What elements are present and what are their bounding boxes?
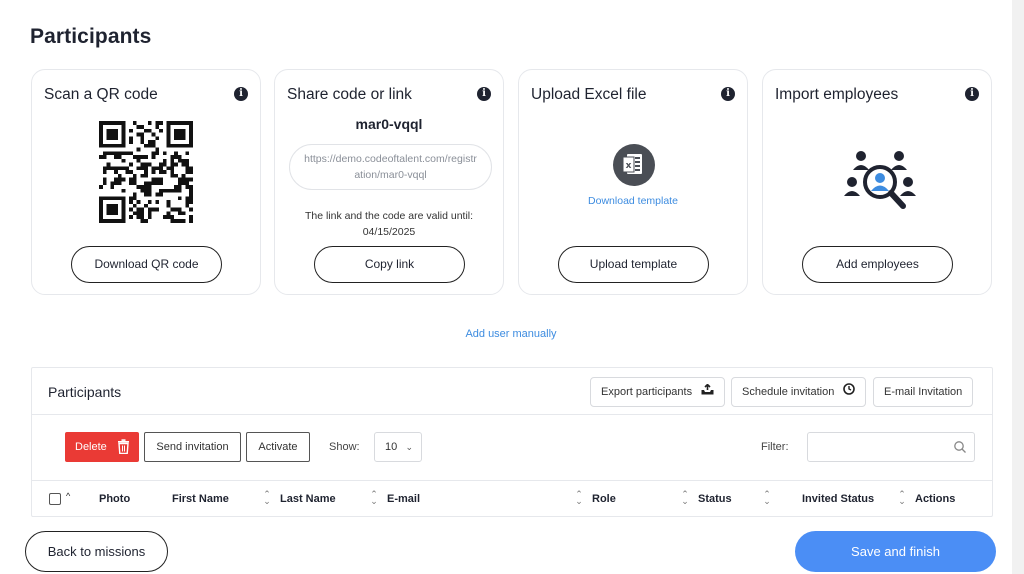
sort-icon[interactable]: ⌃ ⌄	[575, 490, 583, 506]
sort-icon[interactable]: ⌃ ⌄	[681, 490, 689, 506]
excel-file-icon: x	[613, 144, 655, 186]
validity-note: The link and the code are valid until: 0…	[275, 208, 503, 240]
trash-icon	[118, 439, 129, 454]
send-invitation-button[interactable]: Send invitation	[144, 432, 241, 462]
page-size-value: 10	[385, 441, 398, 453]
download-template-link[interactable]: Download template	[519, 195, 747, 207]
column-photo: Photo	[99, 493, 131, 505]
chevron-down-icon: ⌄	[405, 442, 413, 452]
column-status[interactable]: Status	[698, 493, 732, 505]
sort-icon[interactable]: ⌃ ⌄	[898, 490, 906, 506]
download-qr-code-button[interactable]: Download QR code	[71, 246, 222, 283]
validity-text: The link and the code are valid until:	[304, 210, 474, 222]
page-scrollbar[interactable]	[1012, 0, 1024, 574]
info-icon[interactable]: i	[234, 87, 248, 101]
add-user-manually-link[interactable]: Add user manually	[0, 328, 1022, 340]
schedule-label: Schedule invitation	[742, 386, 835, 398]
show-label: Show:	[329, 441, 360, 453]
qr-card-title: Scan a QR code	[44, 86, 158, 103]
upload-template-button[interactable]: Upload template	[558, 246, 709, 283]
table-column-headers: ^ Photo First Name ⌃ ⌄ Last Name ⌃ ⌄ E-mai…	[32, 480, 992, 517]
share-link-field[interactable]: https://demo.codeoftalent.com/registrati…	[289, 144, 492, 190]
upload-excel-card: Upload Excel file i x Download template …	[518, 69, 748, 295]
info-icon[interactable]: i	[965, 87, 979, 101]
select-all-checkbox[interactable]	[49, 493, 61, 505]
email-invitation-button[interactable]: E-mail Invitation	[873, 377, 974, 407]
table-header: Participants Export participants Schedul…	[32, 368, 992, 415]
filter-input[interactable]	[807, 432, 975, 462]
column-last-name[interactable]: Last Name	[280, 493, 336, 505]
export-icon	[701, 378, 714, 406]
validity-date: 04/15/2025	[362, 226, 416, 238]
excel-card-title: Upload Excel file	[531, 86, 647, 103]
schedule-invitation-button[interactable]: Schedule invitation	[731, 377, 867, 407]
import-employees-card: Import employees i Add employees	[762, 69, 992, 295]
clock-icon	[843, 378, 856, 406]
delete-label: Delete	[75, 441, 107, 453]
sort-icon[interactable]: ⌃ ⌄	[370, 490, 378, 506]
back-to-missions-button[interactable]: Back to missions	[25, 531, 168, 572]
save-and-finish-button[interactable]: Save and finish	[795, 531, 996, 572]
sort-icon[interactable]: ⌃ ⌄	[263, 490, 271, 506]
info-icon[interactable]: i	[477, 87, 491, 101]
copy-link-button[interactable]: Copy link	[314, 246, 465, 283]
import-card-title: Import employees	[775, 86, 899, 103]
employees-search-icon	[844, 151, 916, 209]
export-participants-button[interactable]: Export participants	[590, 377, 726, 407]
column-first-name[interactable]: First Name	[172, 493, 229, 505]
filter-label: Filter:	[761, 441, 789, 453]
qr-code-icon	[99, 121, 193, 223]
page-size-select[interactable]: 10 ⌄	[374, 432, 422, 462]
svg-text:x: x	[626, 161, 632, 171]
share-code: mar0-vqql	[355, 116, 423, 132]
info-icon[interactable]: i	[721, 87, 735, 101]
delete-button[interactable]: Delete	[65, 432, 139, 462]
add-employees-button[interactable]: Add employees	[802, 246, 953, 283]
sort-icon[interactable]: ⌃ ⌄	[763, 490, 771, 506]
share-card-title: Share code or link	[287, 86, 412, 103]
share-code-card: Share code or link i mar0-vqql https://d…	[274, 69, 504, 295]
qr-code-card: Scan a QR code i Download QR code	[31, 69, 261, 295]
column-role[interactable]: Role	[592, 493, 616, 505]
participants-table-card: Participants Export participants Schedul…	[31, 367, 993, 517]
table-title: Participants	[48, 384, 122, 400]
export-label: Export participants	[601, 386, 693, 398]
column-email[interactable]: E-mail	[387, 493, 420, 505]
search-icon	[954, 441, 966, 453]
page-title: Participants	[30, 25, 152, 48]
column-actions: Actions	[915, 493, 956, 505]
column-invited-status[interactable]: Invited Status	[802, 493, 874, 505]
caret-up-icon[interactable]: ^	[66, 491, 70, 501]
activate-button[interactable]: Activate	[246, 432, 310, 462]
page: Participants Scan a QR code i Download Q…	[0, 0, 1012, 574]
